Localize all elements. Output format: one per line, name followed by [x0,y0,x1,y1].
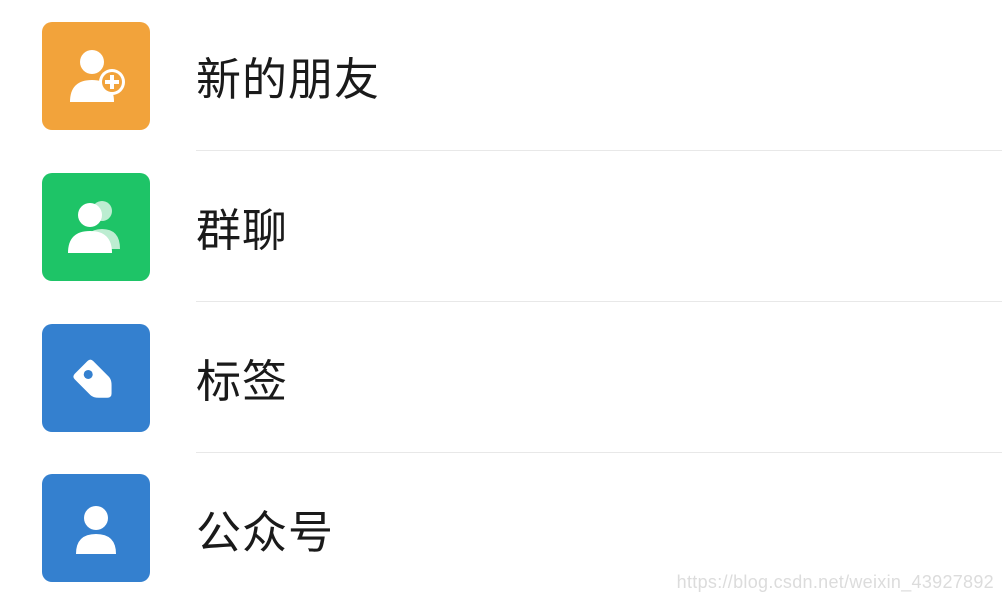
watermark-text: https://blog.csdn.net/weixin_43927892 [677,572,994,593]
menu-item-label: 群聊 [196,194,288,259]
menu-item-group-chat[interactable]: 群聊 [0,151,1002,302]
tag-icon [42,324,150,432]
group-chat-icon [42,173,150,281]
official-account-icon [42,474,150,582]
menu-item-tags[interactable]: 标签 [0,302,1002,453]
menu-item-label: 新的朋友 [196,43,380,108]
menu-item-label: 标签 [196,345,288,410]
menu-item-new-friends[interactable]: 新的朋友 [0,0,1002,151]
contacts-menu-list: 新的朋友 群聊 标签 [0,0,1002,603]
add-friend-icon [42,22,150,130]
menu-item-label: 公众号 [196,496,334,561]
